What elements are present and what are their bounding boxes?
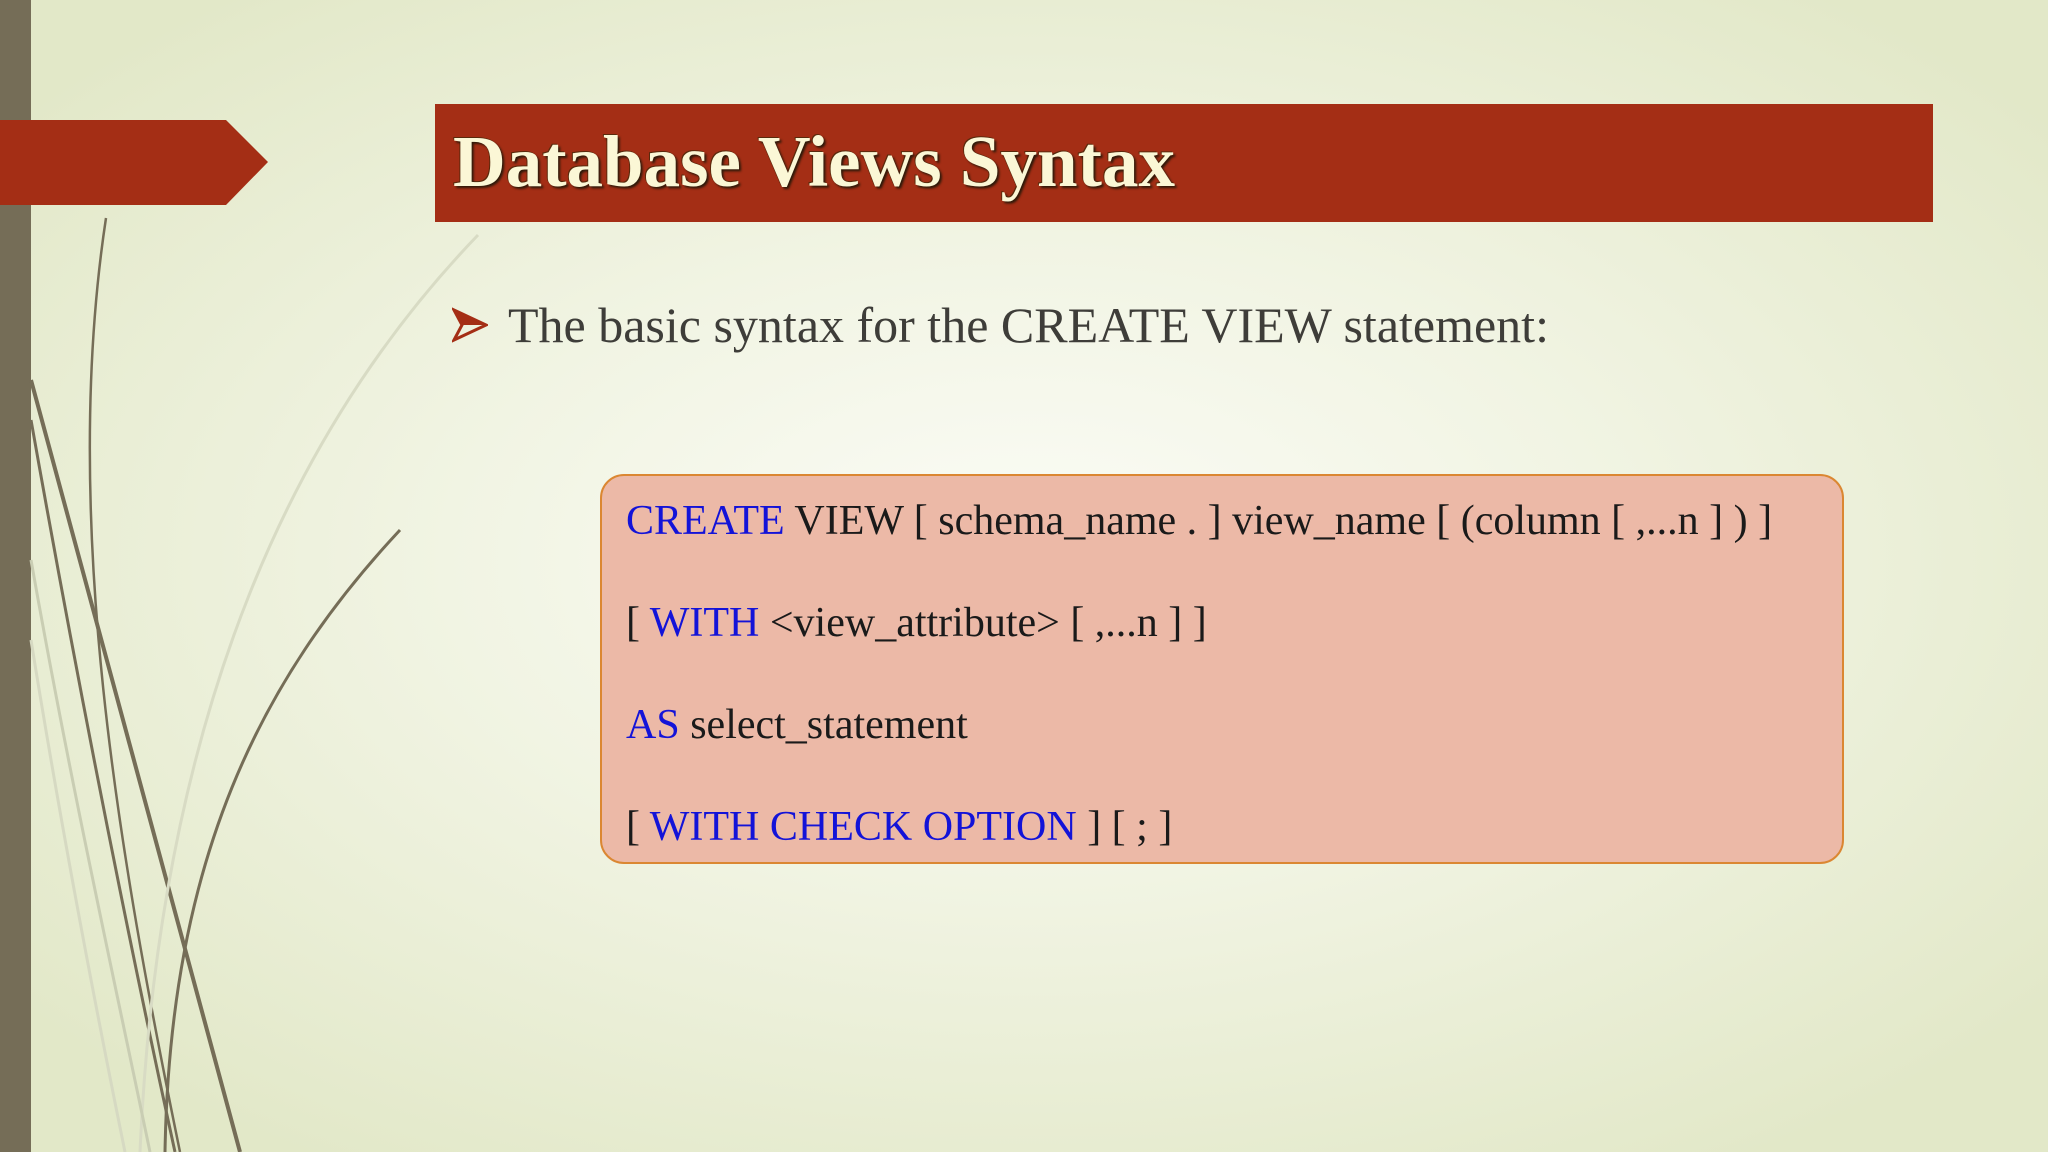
title-banner: Database Views Syntax	[435, 104, 1933, 222]
slide: Database Views Syntax The basic syntax f…	[0, 0, 2048, 1152]
code-text: <view_attribute> [ ,...n ] ]	[759, 600, 1207, 646]
code-line-1: CREATE VIEW [ schema_name . ] view_name …	[626, 496, 1772, 546]
code-text: select_statement	[679, 702, 968, 748]
code-line-3: AS select_statement	[626, 700, 968, 750]
code-keyword: CREATE	[626, 498, 785, 544]
code-keyword: WITH CHECK OPTION	[649, 804, 1077, 850]
arrow-tab-shape	[0, 120, 268, 205]
bullet-text: The basic syntax for the CREATE VIEW sta…	[508, 297, 1549, 353]
code-line-4: [ WITH CHECK OPTION ] [ ; ]	[626, 802, 1172, 852]
code-text: [	[626, 600, 650, 646]
bullet-item: The basic syntax for the CREATE VIEW sta…	[452, 290, 1549, 360]
code-keyword: WITH	[649, 600, 760, 646]
code-text: [	[626, 804, 650, 850]
code-keyword: AS	[626, 702, 680, 748]
arrow-bullet-icon	[452, 307, 488, 343]
code-syntax-box: CREATE VIEW [ schema_name . ] view_name …	[600, 474, 1844, 864]
code-line-2: [ WITH <view_attribute> [ ,...n ] ]	[626, 598, 1207, 648]
code-text: VIEW [ schema_name . ] view_name [ (colu…	[784, 498, 1773, 544]
code-text: ] [ ; ]	[1076, 804, 1173, 850]
slide-title: Database Views Syntax	[453, 121, 1175, 202]
